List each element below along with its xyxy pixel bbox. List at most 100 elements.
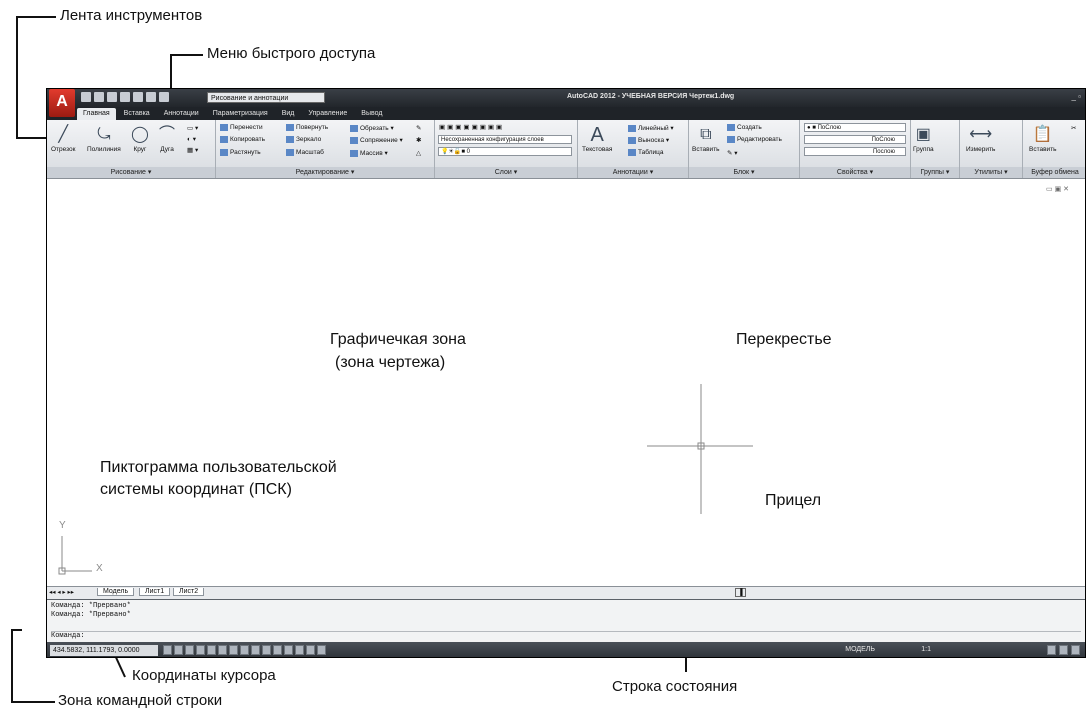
copy-button[interactable]: Копировать bbox=[220, 136, 265, 143]
line-tool[interactable]: ╱ Отрезок bbox=[51, 124, 76, 153]
quick-properties-icon[interactable] bbox=[295, 645, 304, 655]
horizontal-scrollbar[interactable]: ▐ bbox=[735, 588, 746, 597]
tab-output[interactable]: Вывод bbox=[355, 108, 388, 120]
polyline-icon: ⤿ bbox=[97, 126, 111, 143]
arc-tool[interactable]: ⌒ Дуга bbox=[159, 124, 175, 153]
layer-state-select[interactable]: Несохраненная конфигурация слоев bbox=[438, 135, 572, 144]
block-attribute-icon[interactable]: ✎ ▾ bbox=[727, 149, 738, 157]
osnap-icon[interactable] bbox=[218, 645, 227, 655]
redo-icon[interactable] bbox=[159, 92, 169, 102]
modify-panel-title[interactable]: Редактирование ▾ bbox=[216, 167, 434, 178]
print-icon[interactable] bbox=[133, 92, 143, 102]
create-block-button[interactable]: Создать bbox=[727, 124, 762, 131]
trim-button[interactable]: Обрезать ▾ bbox=[350, 124, 394, 132]
utilities-panel: ⟷ Измерить Утилиты ▾ bbox=[960, 120, 1023, 178]
fillet-button[interactable]: Сопряжение ▾ bbox=[350, 136, 403, 144]
clean-screen-icon[interactable] bbox=[1071, 645, 1080, 655]
hatch-icon[interactable]: ◐ ▾ bbox=[187, 135, 196, 143]
tab-insert[interactable]: Вставка bbox=[118, 108, 156, 120]
groups-panel-title[interactable]: Группы ▾ bbox=[911, 167, 959, 178]
paste-tool[interactable]: 📋 Вставить bbox=[1029, 124, 1057, 153]
linetype-select[interactable]: ПоСлою bbox=[804, 135, 906, 144]
text-tool[interactable]: A Текстовая bbox=[582, 124, 612, 153]
group-tool[interactable]: ▣ Группа bbox=[913, 124, 934, 153]
lineweight-icon[interactable] bbox=[273, 645, 282, 655]
snap-icon[interactable] bbox=[174, 645, 183, 655]
3d-osnap-icon[interactable] bbox=[229, 645, 238, 655]
layer-tools-icon[interactable]: ▣▣▣▣▣▣▣▣ bbox=[439, 123, 504, 131]
grid-icon[interactable] bbox=[185, 645, 194, 655]
array-button[interactable]: Массив ▾ bbox=[350, 149, 388, 157]
properties-panel-title[interactable]: Свойства ▾ bbox=[800, 167, 910, 178]
transparency-icon[interactable] bbox=[284, 645, 293, 655]
otrack-icon[interactable] bbox=[240, 645, 249, 655]
explode-icon[interactable]: ✱ bbox=[416, 136, 421, 144]
model-space-button[interactable]: МОДЕЛЬ bbox=[845, 646, 875, 653]
layout-nav-icon[interactable]: ◂◂ ◂ ▸ ▸▸ bbox=[49, 588, 74, 596]
color-select[interactable]: ● ■ ПоСлою bbox=[804, 123, 906, 132]
save-icon[interactable] bbox=[107, 92, 117, 102]
move-button[interactable]: Перенести bbox=[220, 124, 263, 131]
command-input[interactable]: Команда: bbox=[51, 631, 1081, 640]
cut-icon[interactable]: ✂ bbox=[1071, 124, 1076, 132]
undo-icon[interactable] bbox=[146, 92, 156, 102]
polar-icon[interactable] bbox=[207, 645, 216, 655]
boundary-icon[interactable]: ▦ ▾ bbox=[187, 146, 198, 154]
table-button[interactable]: Таблица bbox=[628, 149, 664, 156]
open-icon[interactable] bbox=[94, 92, 104, 102]
workspace-switch-icon[interactable] bbox=[1047, 645, 1056, 655]
rotate-button[interactable]: Повернуть bbox=[286, 124, 328, 131]
tab-model[interactable]: Модель bbox=[97, 588, 135, 596]
tab-annotate[interactable]: Аннотации bbox=[158, 108, 205, 120]
trim-icon bbox=[350, 124, 358, 132]
layers-panel-title[interactable]: Слои ▾ bbox=[435, 167, 577, 178]
edit-block-icon bbox=[727, 136, 735, 143]
new-icon[interactable] bbox=[81, 92, 91, 102]
tab-home[interactable]: Главная bbox=[77, 108, 116, 120]
drawing-area[interactable]: ▭ ▣ ✕ Графичечкая зона (зона чертежа) Пе… bbox=[47, 179, 1085, 586]
clipboard-panel-title[interactable]: Буфер обмена bbox=[1023, 167, 1085, 178]
ucs-x-label: X bbox=[96, 563, 103, 574]
annotation-monitor-icon[interactable] bbox=[317, 645, 326, 655]
rectangle-icon[interactable]: ▭ ▾ bbox=[187, 124, 198, 132]
insert-block-tool[interactable]: ⧉ Вставить bbox=[692, 124, 720, 153]
stretch-button[interactable]: Растянуть bbox=[220, 149, 261, 156]
circle-tool[interactable]: ◯ Круг bbox=[131, 124, 149, 153]
measure-tool[interactable]: ⟷ Измерить bbox=[966, 124, 995, 153]
tab-layout2[interactable]: Лист2 bbox=[173, 588, 205, 596]
mirror-button[interactable]: Зеркало bbox=[286, 136, 321, 143]
tab-view[interactable]: Вид bbox=[276, 108, 301, 120]
annotation-scale-button[interactable]: 1:1 bbox=[921, 646, 931, 653]
offset-icon[interactable]: △ bbox=[416, 149, 421, 157]
dyn-icon[interactable] bbox=[262, 645, 271, 655]
lineweight-select[interactable]: Послою bbox=[804, 147, 906, 156]
rotate-icon bbox=[286, 124, 294, 131]
ortho-icon[interactable] bbox=[196, 645, 205, 655]
tab-layout1[interactable]: Лист1 bbox=[139, 588, 171, 596]
polyline-tool[interactable]: ⤿ Полилиния bbox=[87, 124, 121, 153]
tab-parametric[interactable]: Параметризация bbox=[207, 108, 274, 120]
tab-manage[interactable]: Управление bbox=[302, 108, 353, 120]
infer-constraints-icon[interactable] bbox=[163, 645, 172, 655]
application-menu-button[interactable]: A bbox=[49, 89, 75, 117]
annotation-panel-title[interactable]: Аннотации ▾ bbox=[578, 167, 688, 178]
selection-cycling-icon[interactable] bbox=[306, 645, 315, 655]
linear-dim-button[interactable]: Линейный ▾ bbox=[628, 124, 674, 132]
utilities-panel-title[interactable]: Утилиты ▾ bbox=[960, 167, 1022, 178]
edit-block-button[interactable]: Редактировать bbox=[727, 136, 782, 143]
minimize-icon[interactable]: _ ▫ bbox=[1071, 92, 1081, 101]
erase-icon[interactable]: ✎ bbox=[416, 124, 421, 132]
layer-select[interactable]: 💡☀🔓■ 0 bbox=[438, 147, 572, 156]
ducs-icon[interactable] bbox=[251, 645, 260, 655]
move-icon bbox=[220, 124, 228, 131]
save-as-icon[interactable] bbox=[120, 92, 130, 102]
line-icon: ╱ bbox=[58, 126, 69, 143]
draw-panel-title[interactable]: Рисование ▾ bbox=[47, 167, 215, 178]
window-title: AutoCAD 2012 - УЧЕБНАЯ ВЕРСИЯ Чертеж1.dw… bbox=[567, 93, 735, 100]
workspace-select[interactable]: Рисование и аннотации bbox=[207, 92, 325, 103]
fillet-icon bbox=[350, 136, 358, 144]
leader-button[interactable]: Выноска ▾ bbox=[628, 136, 669, 144]
scale-button[interactable]: Масштаб bbox=[286, 149, 324, 156]
lock-icon[interactable] bbox=[1059, 645, 1068, 655]
block-panel-title[interactable]: Блок ▾ bbox=[689, 167, 799, 178]
